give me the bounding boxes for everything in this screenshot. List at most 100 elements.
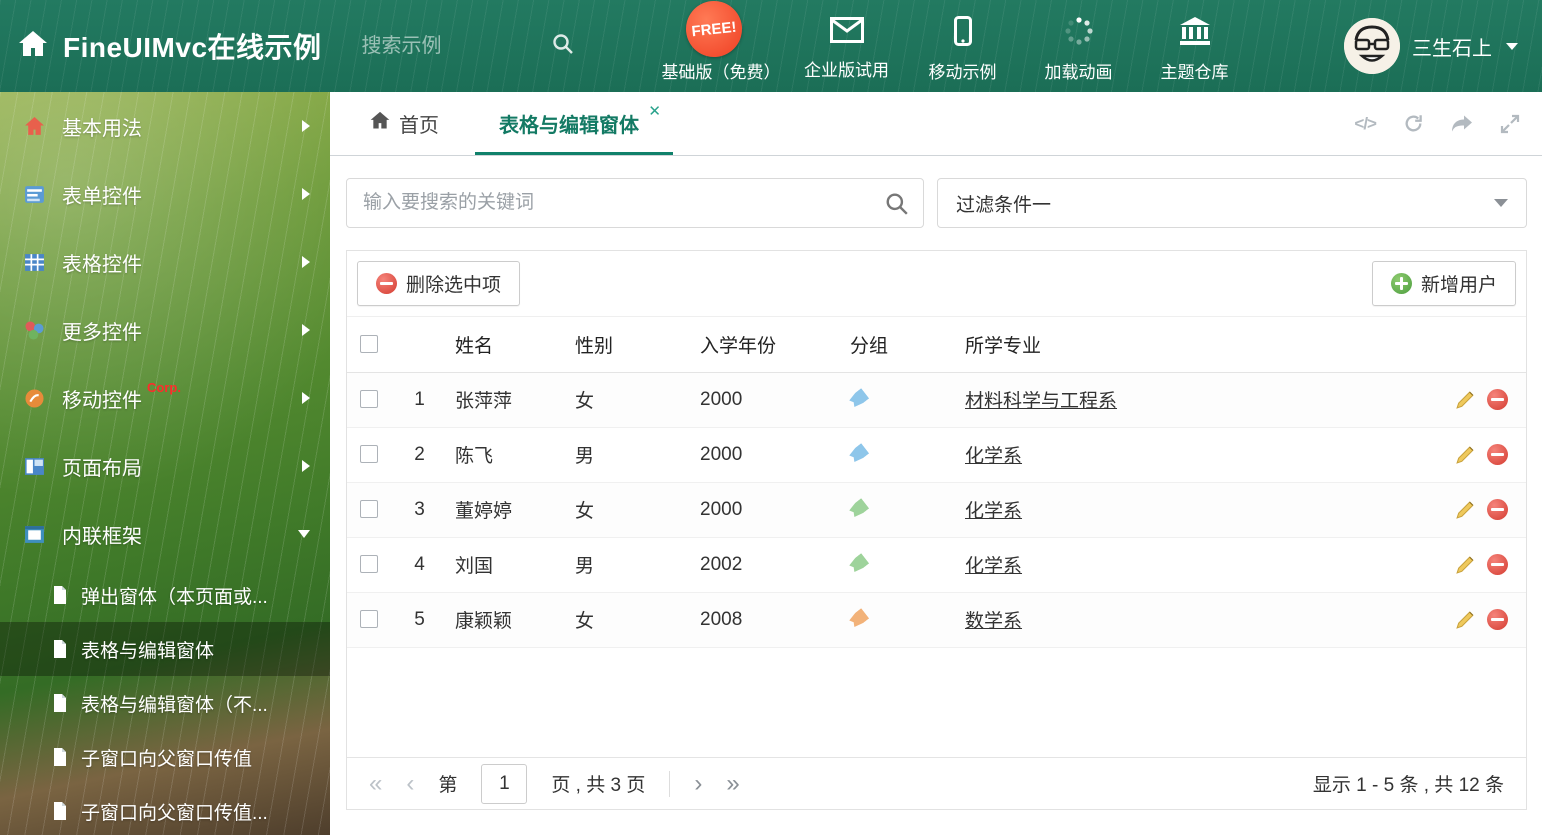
file-icon: [52, 802, 68, 820]
sidebar-item-basic-usage[interactable]: 基本用法: [0, 92, 330, 160]
search-icon[interactable]: [552, 33, 574, 60]
row-checkbox[interactable]: [360, 610, 378, 629]
sidebar-item-more-controls[interactable]: 更多控件: [0, 296, 330, 364]
sidebar-subitem-child-to-parent-2[interactable]: 子窗口向父窗口传值...: [0, 784, 330, 835]
keyword-search-input[interactable]: [347, 179, 923, 227]
gender-cell: 女: [562, 592, 687, 648]
delete-selected-button[interactable]: 删除选中项: [357, 261, 521, 306]
nav-label: 企业版试用: [804, 60, 890, 80]
select-all-checkbox[interactable]: [360, 335, 378, 354]
delete-icon[interactable]: [1484, 443, 1510, 465]
expand-icon[interactable]: [1500, 114, 1520, 134]
prev-page-icon[interactable]: ‹: [406, 771, 414, 796]
sidebar-subitem-grid-edit-window-2[interactable]: 表格与编辑窗体（不...: [0, 676, 330, 730]
search-icon[interactable]: [885, 192, 909, 221]
refresh-icon[interactable]: [1403, 113, 1424, 134]
filter-dropdown[interactable]: 过滤条件一: [937, 178, 1527, 228]
app-title: FineUIMvc在线示例: [63, 32, 322, 63]
edit-icon[interactable]: [1453, 444, 1479, 465]
sidebar-subitem-popup-window[interactable]: 弹出窗体（本页面或...: [0, 568, 330, 622]
edit-icon[interactable]: [1453, 609, 1479, 630]
major-link[interactable]: 材料科学与工程系: [965, 391, 1117, 412]
table-row: 3 董婷婷 女 2000 化学系: [347, 482, 1526, 538]
name-cell: 刘国: [442, 537, 562, 593]
delete-icon[interactable]: [1484, 608, 1510, 630]
year-cell: 2000: [687, 372, 837, 428]
name-cell: 康颖颖: [442, 592, 562, 648]
chevron-right-icon: [302, 256, 310, 268]
year-cell: 2000: [687, 482, 837, 538]
edit-icon[interactable]: [1453, 499, 1479, 520]
share-icon[interactable]: [1451, 114, 1473, 133]
nav-loading-animation[interactable]: 加载动画: [1029, 10, 1129, 83]
first-page-icon[interactable]: «: [369, 771, 382, 796]
tag-icon: [848, 553, 869, 574]
page-number-input[interactable]: [481, 763, 528, 804]
header-search-input[interactable]: [361, 34, 512, 58]
page-label-suffix: 页 , 共 3 页: [551, 775, 646, 796]
filter-dropdown-value: 过滤条件一: [956, 194, 1052, 216]
sidebar-item-page-layout[interactable]: 页面布局: [0, 432, 330, 500]
sidebar-subitem-child-to-parent[interactable]: 子窗口向父窗口传值: [0, 730, 330, 784]
source-code-icon[interactable]: </>: [1354, 114, 1377, 134]
sidebar-item-iframe[interactable]: 内联框架: [0, 500, 330, 568]
add-user-button[interactable]: 新增用户: [1371, 261, 1516, 306]
plus-circle-icon: [1390, 273, 1412, 294]
minus-circle-icon: [376, 273, 397, 294]
page-label-prefix: 第: [438, 775, 458, 796]
brand[interactable]: FineUIMvc在线示例: [0, 26, 322, 66]
nav-mobile-demo[interactable]: 移动示例: [913, 10, 1013, 83]
delete-icon[interactable]: [1484, 498, 1510, 520]
app-window: FineUIMvc在线示例 FREE! 基础版（免费） 企业版试用: [0, 0, 1542, 835]
name-cell: 董婷婷: [442, 482, 562, 538]
sidebar-item-mobile-controls[interactable]: 移动控件 Corp.: [0, 364, 330, 432]
tab-grid-edit-window[interactable]: 表格与编辑窗体 ✕: [475, 92, 673, 155]
nav-label: 加载动画: [1044, 62, 1113, 82]
sidebar-item-form-controls[interactable]: 表单控件: [0, 160, 330, 228]
edit-icon[interactable]: [1453, 554, 1479, 575]
sidebar-item-grid-controls[interactable]: 表格控件: [0, 228, 330, 296]
next-page-icon[interactable]: ›: [694, 771, 702, 796]
table-row: 2 陈飞 男 2000 化学系: [347, 427, 1526, 483]
year-cell: 2000: [687, 427, 837, 483]
col-year: 入学年份: [687, 317, 837, 373]
row-checkbox[interactable]: [360, 500, 378, 519]
table-row: 4 刘国 男 2002 化学系: [347, 537, 1526, 593]
close-icon[interactable]: ✕: [648, 102, 661, 120]
row-number: 3: [397, 482, 442, 538]
username: 三生石上: [1412, 37, 1492, 60]
delete-icon[interactable]: [1484, 553, 1510, 575]
major-link[interactable]: 化学系: [965, 446, 1022, 467]
gender-cell: 女: [562, 482, 687, 538]
col-name: 姓名: [442, 317, 562, 373]
gender-cell: 男: [562, 427, 687, 483]
avatar: [1344, 18, 1400, 74]
layout-icon: [22, 456, 46, 477]
nav-label: 移动示例: [928, 62, 997, 82]
nav-theme-repo[interactable]: 主题仓库: [1145, 10, 1245, 83]
edit-icon[interactable]: [1453, 389, 1479, 410]
major-link[interactable]: 数学系: [965, 611, 1022, 632]
row-checkbox[interactable]: [360, 555, 378, 574]
gender-cell: 女: [562, 372, 687, 428]
header-search: [361, 33, 574, 60]
row-checkbox[interactable]: [360, 445, 378, 464]
form-icon: [22, 184, 46, 205]
chevron-right-icon: [302, 324, 310, 336]
row-number: 4: [397, 537, 442, 593]
delete-icon[interactable]: [1484, 388, 1510, 410]
major-link[interactable]: 化学系: [965, 556, 1022, 577]
chevron-right-icon: [302, 188, 310, 200]
row-checkbox[interactable]: [360, 390, 378, 409]
chevron-down-icon: [1506, 42, 1518, 50]
nav-enterprise-trial[interactable]: 企业版试用: [797, 10, 897, 83]
user-menu[interactable]: 三生石上: [1344, 18, 1518, 74]
major-link[interactable]: 化学系: [965, 501, 1022, 522]
year-cell: 2002: [687, 537, 837, 593]
tab-bar: 首页 表格与编辑窗体 ✕ </>: [330, 92, 1542, 156]
last-page-icon[interactable]: »: [726, 771, 739, 796]
home-icon: [370, 111, 390, 136]
grid-panel: 删除选中项 新增用户 姓名 性别 入学年份 分组 所学专业 1 张萍萍 女 20…: [346, 250, 1527, 810]
tab-home[interactable]: 首页: [346, 92, 463, 155]
sidebar-subitem-grid-edit-window[interactable]: 表格与编辑窗体: [0, 622, 330, 676]
